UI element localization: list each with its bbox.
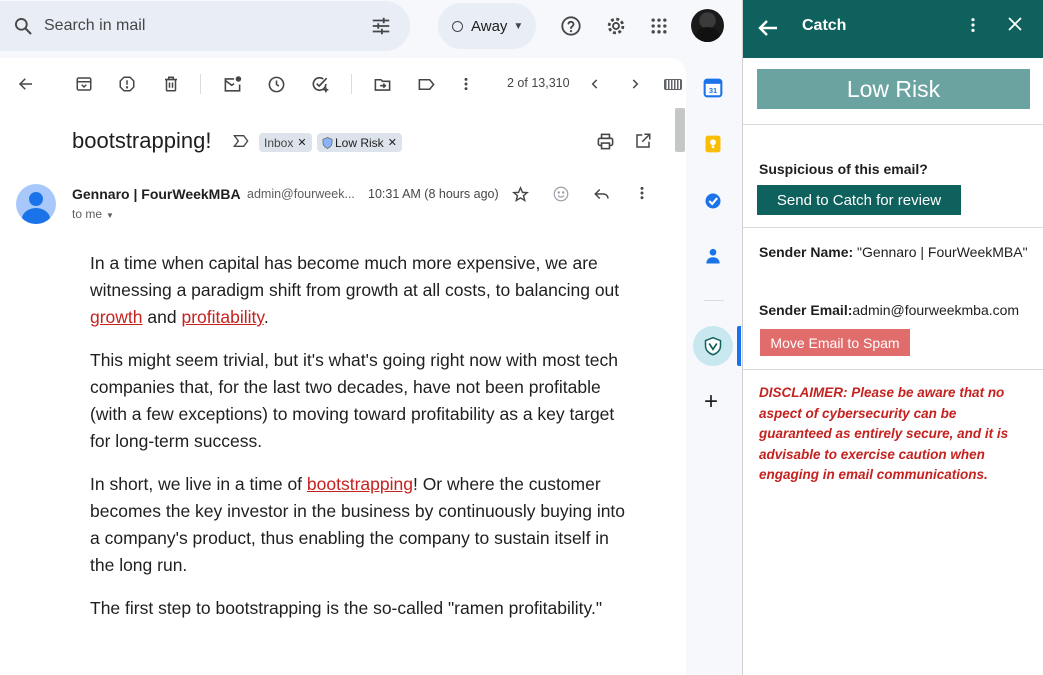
label-chip-low-risk[interactable]: Low Risk ✕ [317,133,402,152]
catch-addon-button[interactable] [693,326,733,366]
search-input[interactable]: Search in mail [44,17,145,35]
apps-icon[interactable] [647,14,671,38]
snooze-icon[interactable] [266,74,286,94]
chevron-down-icon: ▼ [513,20,524,32]
mark-unread-icon[interactable] [222,74,242,94]
label-icon[interactable] [416,74,436,94]
next-icon[interactable] [625,74,645,94]
sender-address: admin@fourweek... [247,187,355,201]
settings-icon[interactable] [604,14,628,38]
importance-icon[interactable] [233,134,249,153]
sender-email-info: Sender Email:admin@fourweekmba.com [759,302,1020,318]
label-chip-inbox[interactable]: Inbox ✕ [259,133,312,152]
body-paragraph: The first step to bootstrapping is the s… [90,598,603,618]
link-profitability[interactable]: profitability [181,307,263,327]
more-icon[interactable] [456,74,476,94]
report-spam-icon[interactable] [117,74,137,94]
move-to-icon[interactable] [372,74,392,94]
panel-divider [743,227,1043,228]
calendar-icon[interactable]: 31 [703,78,723,98]
status-label: Away [471,17,508,35]
keyboard-icon[interactable] [664,79,682,90]
prev-icon[interactable] [585,74,605,94]
body-paragraph: This might seem trivial, but it's what's… [90,350,618,451]
email-subject: bootstrapping! [72,128,212,153]
reply-icon[interactable] [593,185,611,208]
catch-shield-icon [704,336,722,356]
send-for-review-button[interactable]: Send to Catch for review [757,185,961,215]
add-icon[interactable]: + [704,388,718,416]
sender-name-info: Sender Name: "Gennaro | FourWeekMBA" [759,244,1028,260]
email-timestamp: 10:31 AM (8 hours ago) [368,187,499,201]
chevron-down-icon: ▼ [106,211,114,220]
close-icon[interactable] [1006,15,1024,38]
archive-icon[interactable] [74,74,94,94]
tune-icon[interactable] [370,15,392,37]
close-icon[interactable]: ✕ [388,136,397,149]
label-chip-text: Low Risk [335,135,384,150]
side-panel-rail: 31 + [686,58,742,675]
scrollbar-thumb[interactable] [675,108,685,152]
disclaimer-text: DISCLAIMER: Please be aware that no aspe… [759,385,1009,482]
top-bar: Search in mail Away ▼ [0,0,742,58]
move-to-spam-button[interactable]: Move Email to Spam [760,329,910,356]
recipient-label: to me [72,207,103,221]
suspicious-prompt: Suspicious of this email? [759,161,928,177]
panel-divider [743,369,1043,370]
toolbar-divider [351,74,352,94]
panel-divider [743,124,1043,125]
recipient-toggle[interactable]: to me ▼ [72,207,114,221]
risk-level-banner: Low Risk [757,69,1030,109]
page-count: 2 of 13,310 [507,76,570,90]
email-body: In a time when capital has become much m… [90,250,635,638]
delete-icon[interactable] [161,74,181,94]
email-view: 2 of 13,310 bootstrapping! Inbox ✕ Low R… [0,58,686,675]
emoji-icon[interactable] [552,185,570,208]
active-indicator [737,326,741,366]
catch-panel-header: Catch [743,0,1043,58]
toolbar-divider [200,74,201,94]
search-icon[interactable] [12,15,34,37]
tasks-icon[interactable] [703,191,723,211]
link-bootstrapping[interactable]: bootstrapping [307,474,413,494]
status-selector[interactable]: Away ▼ [438,3,536,49]
add-task-icon[interactable] [310,74,330,94]
svg-text:31: 31 [709,86,717,95]
label-chip-text: Inbox [264,135,294,150]
body-paragraph: In a time when capital has become much m… [90,253,620,327]
search-bar[interactable]: Search in mail [0,1,410,51]
print-icon[interactable] [596,132,615,156]
more-icon[interactable] [634,185,650,206]
link-growth[interactable]: growth [90,307,143,327]
open-new-window-icon[interactable] [634,132,652,155]
catch-panel-title: Catch [802,17,847,34]
status-ring-icon [452,20,463,32]
back-icon[interactable] [16,74,36,94]
back-icon[interactable] [756,16,780,45]
body-paragraph: In short, we live in a time of bootstrap… [90,474,626,575]
email-toolbar: 2 of 13,310 [0,58,686,110]
help-icon[interactable] [559,14,583,38]
catch-panel: Catch Low Risk Suspicious of this email?… [742,0,1043,675]
keep-icon[interactable] [703,134,723,154]
sender-name[interactable]: Gennaro | FourWeekMBA [72,186,241,202]
account-avatar[interactable] [691,9,724,42]
close-icon[interactable]: ✕ [297,136,306,149]
star-icon[interactable] [511,185,530,208]
more-icon[interactable] [965,15,981,40]
contacts-icon[interactable] [703,246,723,266]
shield-icon [322,136,333,149]
rail-divider [704,300,724,301]
sender-avatar[interactable] [16,184,56,224]
